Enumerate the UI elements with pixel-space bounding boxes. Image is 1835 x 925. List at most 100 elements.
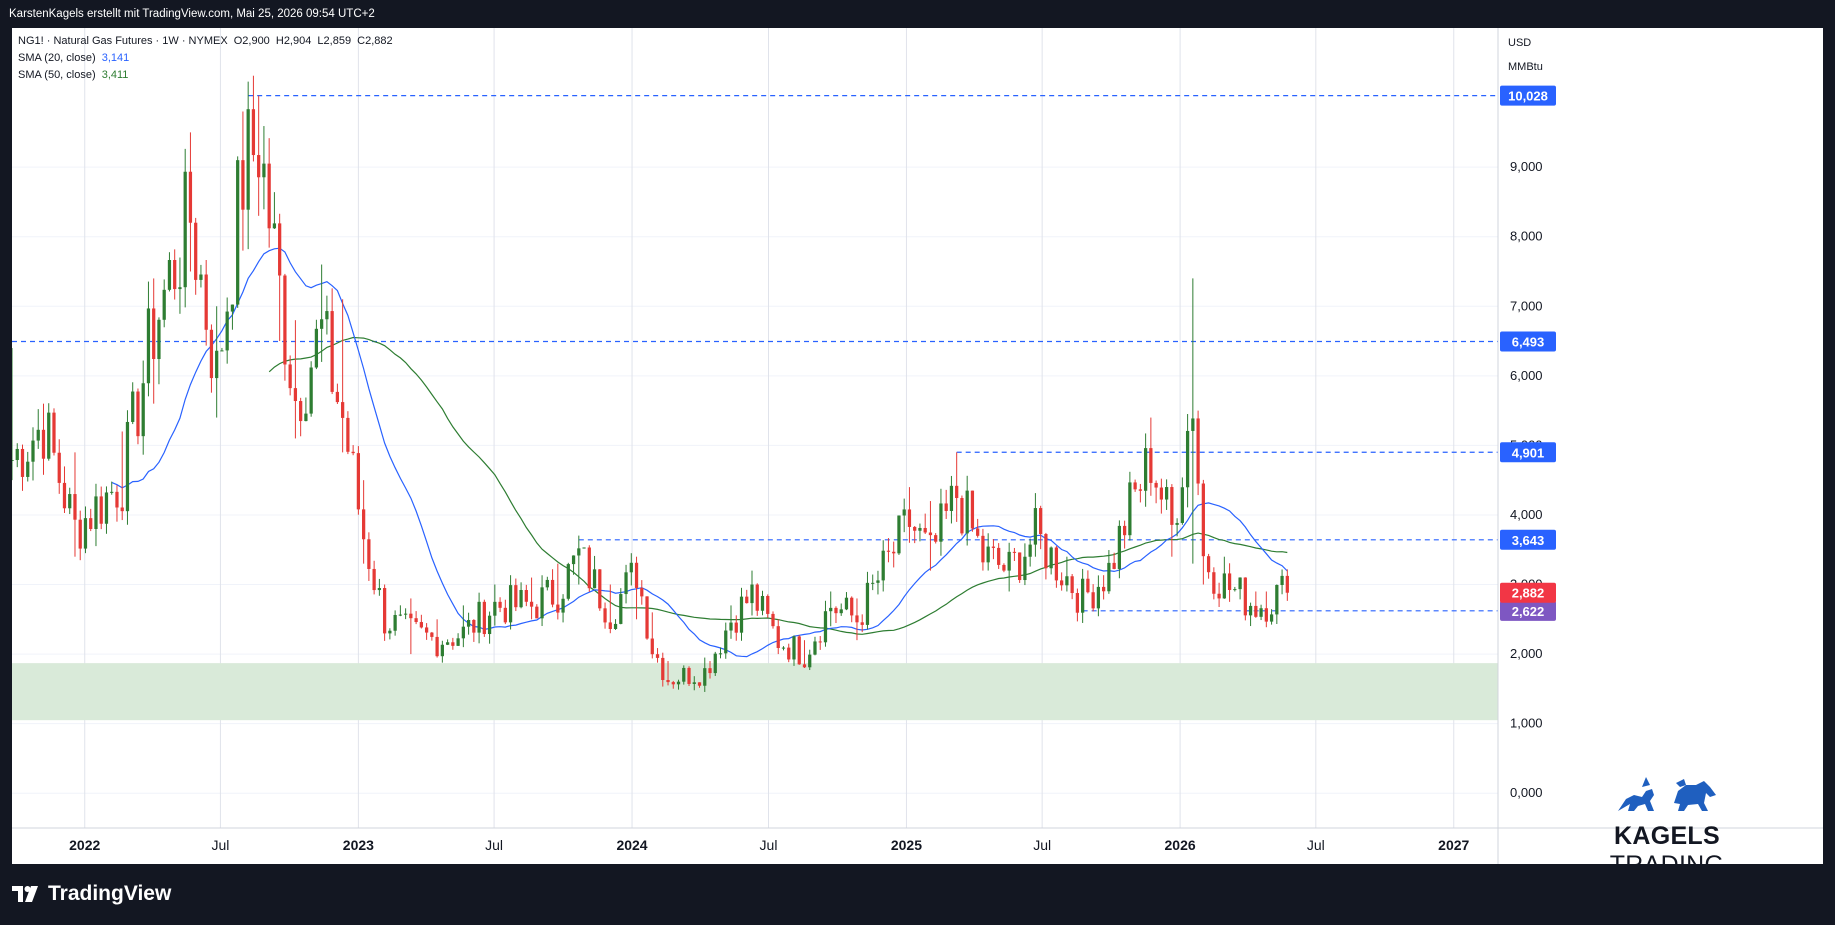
candle-body — [519, 590, 523, 608]
candle-body — [1023, 556, 1027, 581]
candle-body — [986, 546, 990, 563]
candle-body — [676, 681, 681, 685]
support-zone-layer — [12, 663, 1498, 721]
candle-body — [493, 601, 497, 616]
chart-panel[interactable]: 0,0001,0002,0003,0004,0005,0006,0007,000… — [12, 28, 1823, 879]
candle-body — [750, 584, 754, 604]
price-chart[interactable]: 0,0001,0002,0003,0004,0005,0006,0007,000… — [12, 28, 1823, 864]
candle-body — [241, 160, 245, 210]
candle-body — [949, 485, 954, 511]
candle-body — [645, 596, 649, 639]
candle-body — [1269, 614, 1274, 622]
candle-body — [1002, 564, 1006, 571]
candle-body — [1233, 589, 1237, 591]
candle-body — [47, 412, 51, 459]
y-tick-label: 9,000 — [1510, 159, 1543, 174]
candle-body — [771, 613, 775, 627]
candle-body — [808, 654, 812, 668]
candle-body — [1133, 482, 1137, 490]
candle-body — [20, 448, 25, 477]
level-badge-text: 10,028 — [1508, 89, 1548, 104]
candle-body — [178, 287, 182, 290]
candle-body — [146, 308, 151, 384]
candle-body — [1243, 577, 1247, 616]
candle-body — [729, 622, 733, 631]
candle-body — [419, 622, 423, 628]
candle-body — [26, 461, 30, 477]
candle-body — [110, 491, 114, 493]
candle-body — [1081, 578, 1085, 613]
candle-body — [125, 421, 130, 512]
candle-body — [1227, 573, 1232, 590]
candle-body — [362, 509, 366, 540]
candle-body — [766, 595, 770, 614]
legend-sma50-value: 3,411 — [101, 69, 129, 81]
candle-body — [797, 636, 801, 665]
candle-body — [1170, 487, 1174, 525]
candle-body — [582, 547, 586, 549]
x-tick-label: 2023 — [343, 837, 374, 853]
candle-body — [529, 601, 534, 607]
candle-body — [225, 311, 229, 351]
candle-body — [445, 642, 450, 645]
candle-body — [1054, 547, 1059, 581]
x-tick-label: 2027 — [1438, 837, 1469, 853]
candle-body — [414, 618, 418, 623]
candle-body — [403, 613, 408, 615]
candle-body — [230, 304, 235, 312]
candle-body — [251, 109, 256, 156]
candle-body — [1018, 552, 1022, 581]
candle-body — [876, 580, 880, 583]
x-tick-label: 2026 — [1165, 837, 1196, 853]
candle-body — [897, 515, 901, 554]
candle-body — [262, 163, 266, 178]
legend-sma20-value: 3,141 — [101, 52, 130, 64]
candle-body — [1280, 575, 1284, 585]
x-tick-label: Jul — [485, 837, 503, 853]
candle-body — [655, 654, 660, 658]
candle-body — [351, 451, 355, 454]
legend-symbol-row: NG1! · Natural Gas Futures · 1W · NYMEX … — [18, 33, 396, 50]
candle-body — [52, 412, 56, 453]
tradingview-logo[interactable]: TradingView — [12, 882, 171, 906]
candle-body — [293, 388, 298, 402]
candle-body — [409, 613, 413, 619]
candle-body — [94, 496, 98, 529]
candle-body — [634, 562, 639, 588]
candle-body — [829, 607, 833, 612]
candle-body — [267, 163, 271, 229]
tradingview-wordmark: TradingView — [48, 882, 172, 905]
candle-body — [57, 452, 61, 483]
y-tick-label: 6,000 — [1510, 368, 1543, 383]
candle-body — [823, 611, 828, 643]
candle-body — [566, 564, 570, 599]
candle-body — [650, 638, 654, 655]
x-tick-label: Jul — [211, 837, 229, 853]
candle-body — [1123, 525, 1127, 536]
candle-body — [388, 630, 392, 634]
candle-body — [865, 582, 870, 625]
candle-body — [981, 535, 985, 563]
x-tick-label: Jul — [1033, 837, 1051, 853]
x-tick-label: 2024 — [616, 837, 647, 853]
candle-body — [1201, 483, 1205, 557]
level-badge-text: 4,901 — [1512, 445, 1545, 460]
candle-body — [713, 653, 717, 674]
candle-body — [99, 496, 103, 524]
candle-body — [1185, 430, 1190, 488]
candle-body — [335, 391, 340, 403]
bottom-bar: TradingView — [0, 864, 1835, 925]
candle-body — [341, 402, 345, 418]
candle-body — [1206, 556, 1211, 573]
candle-body — [760, 595, 765, 611]
candle-body — [278, 223, 282, 276]
candle-body — [928, 532, 933, 536]
candle-body — [503, 607, 507, 623]
candle-body — [1044, 534, 1048, 569]
candle-body — [325, 311, 329, 320]
candle-body — [1196, 418, 1200, 484]
candle-body — [571, 555, 576, 565]
candle-body — [83, 518, 88, 549]
candle-body — [1060, 580, 1064, 586]
candle-body — [15, 448, 19, 461]
